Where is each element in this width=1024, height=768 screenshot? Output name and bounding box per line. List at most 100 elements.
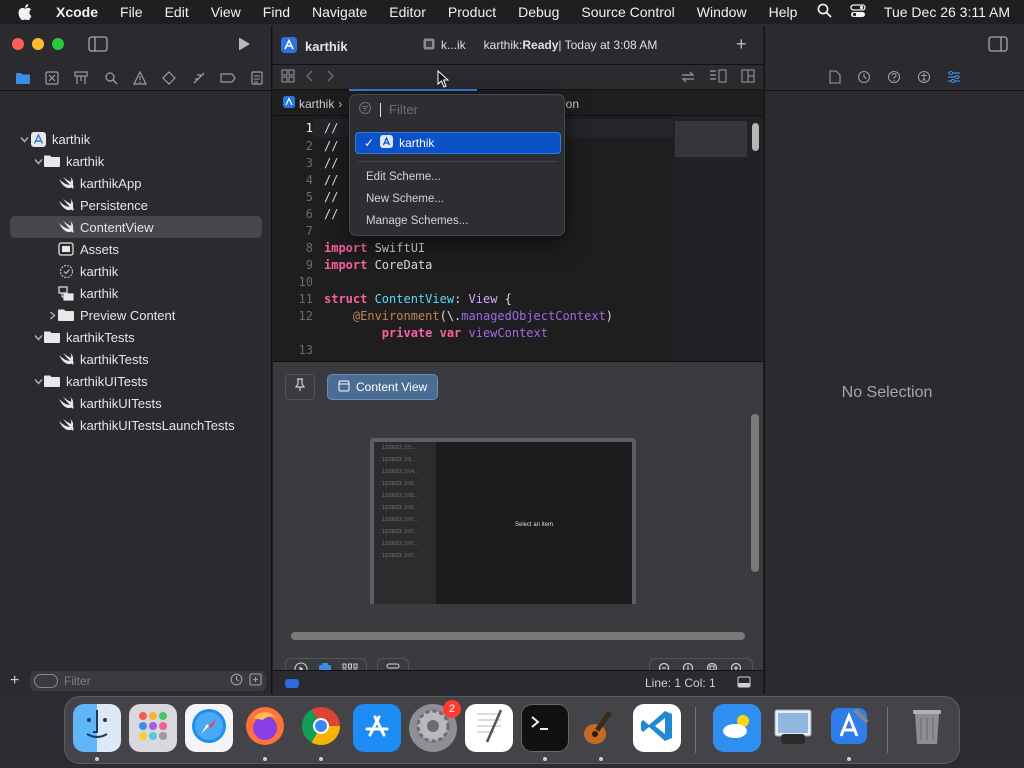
minimap-visible-region[interactable] bbox=[675, 121, 747, 157]
project-navigator-tab-icon[interactable] bbox=[8, 72, 37, 84]
content-view-preview-tab[interactable]: Content View bbox=[327, 374, 439, 400]
dock-launchpad[interactable] bbox=[129, 704, 177, 752]
dock-weather[interactable] bbox=[713, 704, 761, 752]
scheme-item-selected[interactable]: ✓ karthik bbox=[355, 132, 561, 154]
menu-window[interactable]: Window bbox=[686, 4, 758, 20]
debug-navigator-icon[interactable] bbox=[184, 71, 213, 85]
history-inspector-icon[interactable] bbox=[857, 70, 871, 89]
dock-preview[interactable] bbox=[769, 704, 817, 752]
disclosure-closed-icon[interactable] bbox=[46, 310, 58, 320]
add-library-item-button[interactable]: + bbox=[736, 34, 747, 55]
dock-xcode[interactable] bbox=[825, 704, 873, 752]
scheme-filter-field[interactable]: Filter bbox=[358, 101, 418, 118]
tree-item-selected[interactable]: ContentView bbox=[10, 216, 262, 238]
dock-textedit[interactable] bbox=[465, 704, 513, 752]
debug-area-toggle-icon[interactable] bbox=[285, 679, 299, 688]
project-title[interactable]: karthik bbox=[281, 37, 348, 56]
dock-safari[interactable] bbox=[185, 704, 233, 752]
menu-file[interactable]: File bbox=[109, 4, 154, 20]
symbol-navigator-icon[interactable] bbox=[67, 71, 96, 85]
dock-vscode[interactable] bbox=[633, 704, 681, 752]
file-inspector-icon[interactable] bbox=[829, 70, 841, 89]
editor-scrollbar[interactable] bbox=[752, 123, 759, 151]
tree-item[interactable]: Persistence bbox=[0, 194, 272, 216]
spotlight-search-icon[interactable] bbox=[817, 3, 832, 21]
quick-help-icon[interactable] bbox=[887, 70, 901, 89]
zoom-window-button[interactable] bbox=[52, 38, 64, 50]
filter-options-icon[interactable] bbox=[34, 674, 58, 688]
go-forward-icon[interactable] bbox=[325, 69, 335, 88]
dock-instruments[interactable] bbox=[577, 704, 625, 752]
tree-item[interactable]: karthik bbox=[0, 150, 272, 172]
editor-options-icon[interactable] bbox=[709, 69, 727, 88]
menu-source-control[interactable]: Source Control bbox=[570, 4, 685, 20]
new-scheme-menu-item[interactable]: New Scheme... bbox=[366, 193, 444, 205]
tree-item[interactable]: Preview Content bbox=[0, 304, 272, 326]
disclosure-open-icon[interactable] bbox=[18, 135, 30, 144]
attributes-inspector-icon[interactable] bbox=[947, 70, 961, 89]
issue-navigator-icon[interactable] bbox=[125, 71, 154, 85]
add-editor-icon[interactable] bbox=[741, 69, 755, 88]
test-navigator-icon[interactable] bbox=[155, 71, 184, 85]
run-button[interactable] bbox=[236, 36, 252, 57]
tree-item[interactable]: karthikUITests bbox=[0, 392, 272, 414]
dock-system-settings[interactable]: 2 bbox=[409, 700, 461, 752]
tree-item[interactable]: karthik bbox=[0, 260, 272, 282]
tree-item[interactable]: karthik bbox=[0, 282, 272, 304]
disclosure-open-icon[interactable] bbox=[32, 157, 44, 166]
toggle-debug-area-icon[interactable] bbox=[737, 676, 751, 691]
source-control-filter-icon[interactable] bbox=[249, 673, 262, 689]
edit-scheme-menu-item[interactable]: Edit Scheme... bbox=[366, 171, 441, 183]
dock-trash[interactable] bbox=[903, 704, 951, 752]
menu-view[interactable]: View bbox=[200, 4, 252, 20]
dock-firefox[interactable] bbox=[241, 704, 289, 752]
report-navigator-icon[interactable] bbox=[243, 71, 272, 85]
disclosure-open-icon[interactable] bbox=[32, 377, 44, 386]
breadcrumb-project[interactable]: karthik bbox=[299, 97, 334, 111]
control-center-icon[interactable] bbox=[850, 3, 866, 21]
tree-item[interactable]: karthik bbox=[0, 128, 272, 150]
menu-help[interactable]: Help bbox=[758, 4, 809, 20]
menu-product[interactable]: Product bbox=[437, 4, 507, 20]
source-control-navigator-icon[interactable] bbox=[37, 71, 66, 85]
tree-item[interactable]: Assets bbox=[0, 238, 272, 260]
dock-chrome[interactable] bbox=[297, 704, 345, 752]
navigator-filter-field[interactable]: Filter bbox=[30, 671, 266, 691]
toggle-navigator-icon[interactable] bbox=[88, 36, 108, 57]
close-window-button[interactable] bbox=[12, 38, 24, 50]
code-minimap[interactable] bbox=[673, 117, 763, 361]
tree-item[interactable]: karthikTests bbox=[0, 348, 272, 370]
accessibility-inspector-icon[interactable] bbox=[917, 70, 931, 89]
dock-app-store[interactable] bbox=[353, 704, 401, 752]
tree-item[interactable]: karthikUITests bbox=[0, 370, 272, 392]
refresh-icon[interactable] bbox=[681, 70, 695, 88]
manage-schemes-menu-item[interactable]: Manage Schemes... bbox=[366, 215, 468, 227]
preview-horizontal-scrollbar[interactable] bbox=[291, 632, 745, 640]
menu-edit[interactable]: Edit bbox=[154, 4, 200, 20]
toggle-inspector-icon[interactable] bbox=[988, 36, 1008, 57]
related-items-icon[interactable] bbox=[281, 69, 295, 88]
preview-vertical-scrollbar[interactable] bbox=[751, 414, 759, 572]
minimize-window-button[interactable] bbox=[32, 38, 44, 50]
menu-debug[interactable]: Debug bbox=[507, 4, 570, 20]
disclosure-open-icon[interactable] bbox=[32, 333, 44, 342]
pin-preview-button[interactable] bbox=[285, 374, 315, 400]
menu-find[interactable]: Find bbox=[252, 4, 301, 20]
menu-app-name[interactable]: Xcode bbox=[52, 4, 109, 20]
tree-item[interactable]: karthikApp bbox=[0, 172, 272, 194]
preview-device[interactable]: 12/26/23, 2:5... 12/26/23, 2:5... 12/26/… bbox=[370, 438, 636, 604]
add-file-button[interactable]: + bbox=[10, 672, 24, 690]
go-back-icon[interactable] bbox=[305, 69, 315, 88]
menu-navigate[interactable]: Navigate bbox=[301, 4, 378, 20]
menubar-clock[interactable]: Tue Dec 26 3:11 AM bbox=[884, 4, 1010, 20]
find-navigator-icon[interactable] bbox=[96, 71, 125, 85]
tree-item[interactable]: karthikTests bbox=[0, 326, 272, 348]
breakpoint-navigator-icon[interactable] bbox=[213, 72, 242, 84]
menu-editor[interactable]: Editor bbox=[378, 4, 437, 20]
tree-item[interactable]: karthikUITestsLaunchTests bbox=[0, 414, 272, 436]
dock-terminal[interactable] bbox=[521, 704, 569, 752]
scheme-selector[interactable]: k...ik bbox=[423, 38, 466, 53]
apple-menu-icon[interactable] bbox=[18, 4, 40, 20]
dock-finder[interactable] bbox=[73, 704, 121, 752]
recent-files-filter-icon[interactable] bbox=[230, 673, 243, 689]
